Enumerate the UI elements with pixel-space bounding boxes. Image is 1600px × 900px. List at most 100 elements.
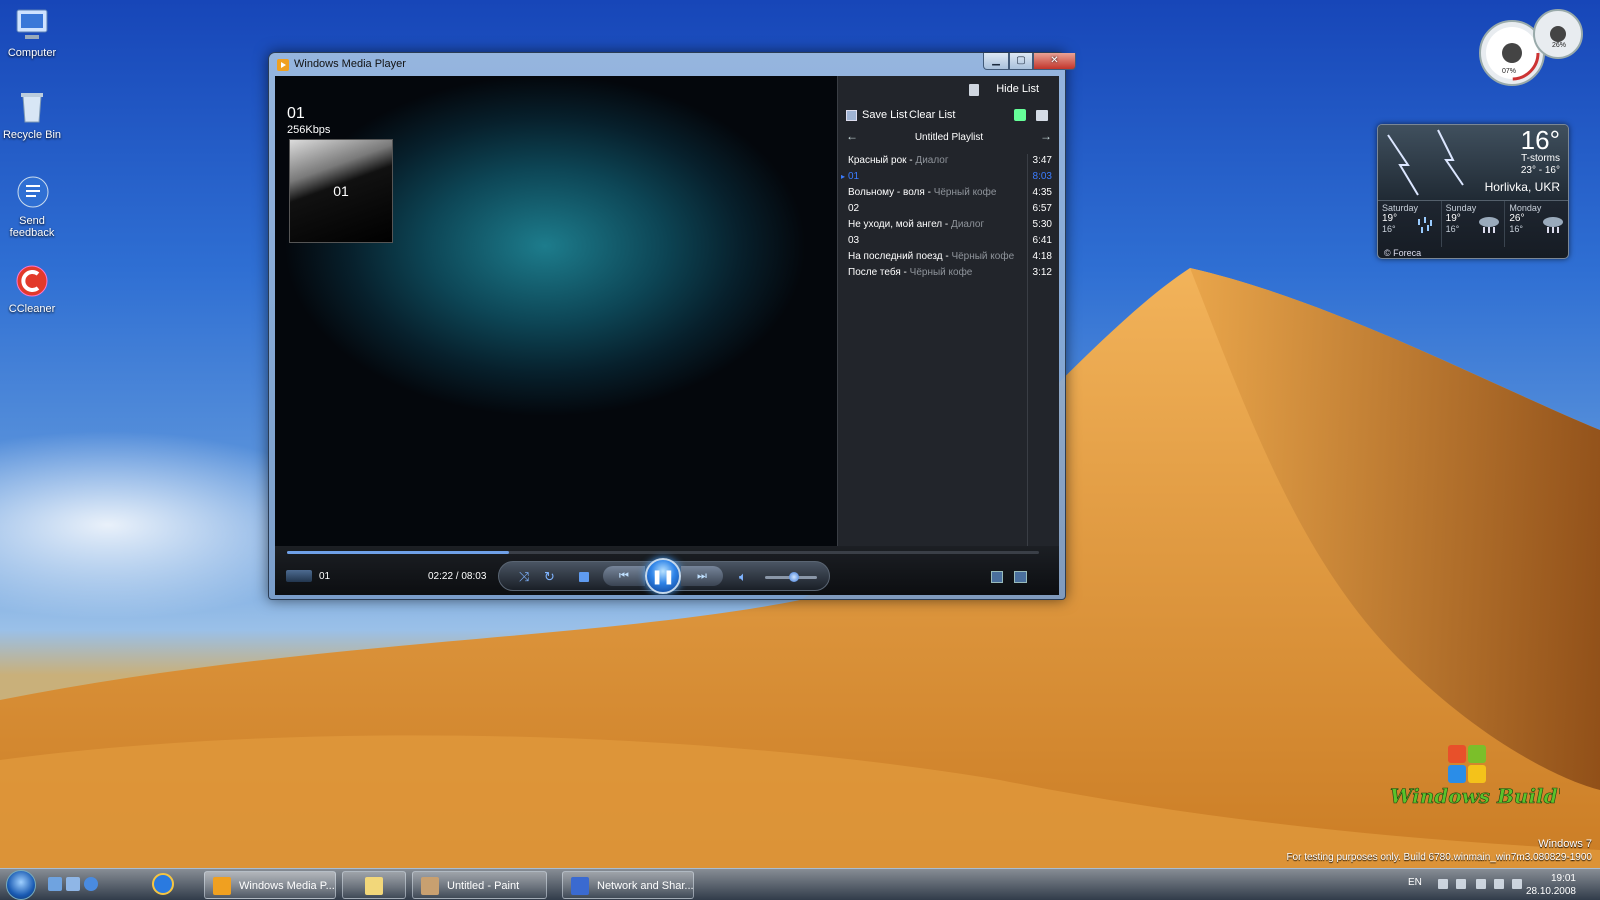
network-status-icon[interactable] bbox=[1494, 879, 1504, 889]
network-icon bbox=[571, 877, 589, 895]
ccleaner-icon bbox=[13, 262, 51, 300]
track-artist: Диалог bbox=[951, 219, 985, 230]
now-playing-visualization[interactable]: 01 256Kbps 01 bbox=[275, 76, 837, 546]
playlist-row[interactable]: Красный рок - Диалог 3:47 bbox=[838, 154, 1059, 170]
forecast-day-name: Monday bbox=[1509, 203, 1542, 213]
track-name: После тебя bbox=[848, 267, 901, 278]
desktop-icon-ccleaner[interactable]: CCleaner bbox=[0, 262, 64, 315]
playlist-row-title: На последний поезд - Чёрный кофе bbox=[848, 251, 1015, 262]
weather-forecast: Saturday 19° 16° Sunday 19° 16° Monday 2… bbox=[1378, 200, 1568, 247]
show-hidden-icons-icon[interactable] bbox=[1438, 879, 1448, 889]
taskbar-item-explorer[interactable] bbox=[342, 871, 406, 899]
language-indicator[interactable]: EN bbox=[1408, 877, 1422, 888]
track-duration: 3:47 bbox=[1032, 155, 1052, 166]
recycle-bin-icon bbox=[13, 88, 51, 126]
switch-to-library-icon[interactable] bbox=[286, 570, 312, 582]
quick-launch-desktop-icon[interactable] bbox=[48, 877, 62, 891]
track-duration: 5:30 bbox=[1032, 219, 1052, 230]
track-name: Вольному - воля bbox=[848, 187, 925, 198]
clear-list-button[interactable]: Clear List bbox=[909, 109, 955, 121]
feedback-icon bbox=[13, 174, 51, 212]
seek-bar[interactable] bbox=[287, 551, 1039, 554]
forecast-day-name: Saturday bbox=[1382, 203, 1419, 213]
taskbar-item-paint[interactable]: Untitled - Paint bbox=[412, 871, 547, 899]
previous-button[interactable]: ⏮ bbox=[603, 566, 645, 586]
media-player-window[interactable]: Windows Media Player ▁ ▢ ✕ 01 256Kbps 01… bbox=[268, 52, 1076, 600]
switch-to-library-view-icon[interactable] bbox=[1014, 571, 1027, 583]
taskbar-item-media-player[interactable]: Windows Media P... bbox=[204, 871, 336, 899]
desktop-icon-recycle-bin[interactable]: Recycle Bin bbox=[0, 88, 64, 141]
arrow-right-icon[interactable]: → bbox=[1040, 129, 1052, 143]
close-icon: ✕ bbox=[1050, 55, 1059, 66]
storm-icon bbox=[1479, 217, 1500, 233]
media-player-icon bbox=[277, 59, 289, 71]
volume-slider[interactable] bbox=[765, 572, 817, 582]
playlist-row-active[interactable]: ▸ 01 8:03 bbox=[838, 170, 1059, 186]
title-bar[interactable]: Windows Media Player ▁ ▢ ✕ bbox=[269, 53, 1076, 77]
weather-provider[interactable]: © Foreca bbox=[1378, 247, 1568, 258]
list-options-icon[interactable] bbox=[1036, 110, 1048, 121]
computer-icon bbox=[13, 6, 51, 44]
power-icon[interactable] bbox=[1476, 879, 1486, 889]
weather-condition: T-storms bbox=[1521, 153, 1560, 164]
track-artist: Диалог bbox=[915, 155, 949, 166]
stop-button[interactable] bbox=[579, 572, 589, 582]
seek-bar-progress bbox=[287, 551, 509, 554]
playlist-items: Красный рок - Диалог 3:47 ▸ 01 8:03 Воль… bbox=[838, 154, 1059, 282]
playlist-row[interactable]: Вольному - воля - Чёрный кофе 4:35 bbox=[838, 186, 1059, 202]
weather-current: 16° T-storms 23° - 16° Horlivka, UKR bbox=[1378, 125, 1568, 200]
playback-controls: ⤨ ↻ ⏮ ❚❚ ⏭ 🔈︎ bbox=[498, 558, 830, 594]
forecast-day: Saturday 19° 16° bbox=[1378, 201, 1442, 247]
start-button[interactable] bbox=[6, 870, 36, 900]
playlist-row[interactable]: Не уходи, мой ангел - Диалог 5:30 bbox=[838, 218, 1059, 234]
playlist-row[interactable]: После тебя - Чёрный кофе 3:12 bbox=[838, 266, 1059, 282]
desktop-icon-computer[interactable]: Computer bbox=[0, 6, 64, 59]
repeat-button[interactable]: ↻ bbox=[544, 570, 555, 583]
player-client-area: 01 256Kbps 01 Hide List Save List Clear … bbox=[275, 76, 1059, 595]
keyboard-icon[interactable] bbox=[1456, 879, 1466, 889]
track-artist: Чёрный кофе bbox=[951, 251, 1015, 262]
weather-gadget[interactable]: 16° T-storms 23° - 16° Horlivka, UKR Sat… bbox=[1377, 124, 1569, 259]
playlist-row[interactable]: 02 6:57 bbox=[838, 202, 1059, 218]
weather-hi-lo: 23° - 16° bbox=[1520, 165, 1560, 176]
track-duration: 6:57 bbox=[1032, 203, 1052, 214]
memory-readout: 26% bbox=[1552, 42, 1567, 49]
volume-icon[interactable] bbox=[1512, 879, 1522, 889]
clock-time[interactable]: 19:01 bbox=[1551, 873, 1576, 884]
add-to-list-icon[interactable] bbox=[1014, 109, 1026, 121]
desktop-icon-send-feedback[interactable]: Send feedback bbox=[0, 174, 64, 239]
playlist-row[interactable]: 03 6:41 bbox=[838, 234, 1059, 250]
internet-explorer-icon[interactable] bbox=[152, 873, 174, 895]
full-screen-icon[interactable] bbox=[991, 571, 1003, 583]
hide-list-button[interactable]: Hide List bbox=[996, 83, 1039, 95]
clock-date[interactable]: 28.10.2008 bbox=[1526, 886, 1576, 897]
next-button[interactable]: ⏭ bbox=[681, 566, 723, 586]
volume-slider-thumb[interactable] bbox=[788, 572, 799, 582]
build-watermark-title: Windows 7 bbox=[1538, 838, 1592, 850]
track-name: 03 bbox=[848, 235, 860, 246]
desktop-icon-label: Computer bbox=[7, 47, 57, 59]
track-duration: 8:03 bbox=[1032, 171, 1052, 182]
playlist-name: Untitled Playlist bbox=[914, 132, 984, 143]
quick-launch-switch-windows-icon[interactable] bbox=[66, 877, 80, 891]
previous-icon: ⏮ bbox=[619, 570, 629, 582]
minimize-icon: ▁ bbox=[992, 55, 1000, 66]
quick-launch-ie-icon[interactable] bbox=[84, 877, 98, 891]
mute-button[interactable]: 🔈︎ bbox=[739, 570, 747, 583]
track-duration: 4:35 bbox=[1032, 187, 1052, 198]
playlist-row-title: Вольному - воля - Чёрный кофе bbox=[848, 187, 997, 198]
save-icon bbox=[846, 110, 857, 121]
pause-button[interactable]: ❚❚ bbox=[645, 558, 681, 594]
taskbar-item-label: Windows Media P... bbox=[239, 880, 335, 892]
maximize-button[interactable]: ▢ bbox=[1009, 53, 1033, 70]
track-duration: 3:12 bbox=[1032, 267, 1052, 278]
taskbar-item-network[interactable]: Network and Shar... bbox=[562, 871, 694, 899]
svg-text:Windows Build's: Windows Build's bbox=[1390, 784, 1560, 808]
save-list-button[interactable]: Save List bbox=[862, 109, 907, 121]
minimize-button[interactable]: ▁ bbox=[983, 53, 1009, 70]
close-button[interactable]: ✕ bbox=[1033, 53, 1076, 70]
playlist-row[interactable]: На последний поезд - Чёрный кофе 4:18 bbox=[838, 250, 1059, 266]
rain-icon bbox=[1417, 217, 1432, 233]
shuffle-button[interactable]: ⤨ bbox=[519, 570, 529, 583]
cpu-meter-gadget[interactable]: 07% 26% bbox=[1476, 8, 1586, 88]
